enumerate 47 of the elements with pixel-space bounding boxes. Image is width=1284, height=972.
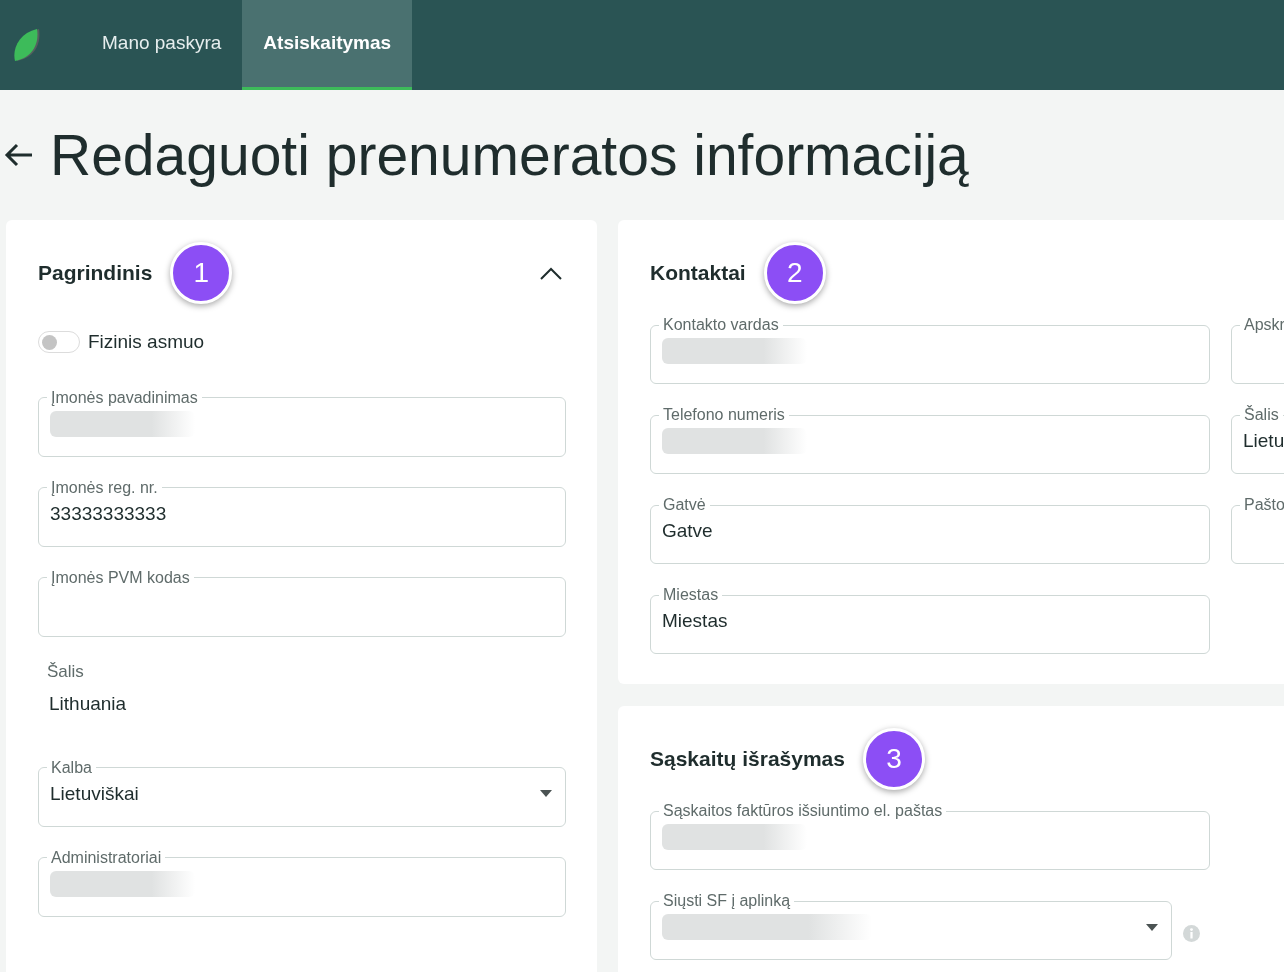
- input-field[interactable]: Gatvė Gatve: [650, 496, 1210, 564]
- field-label: Įmonės pavadinimas: [50, 388, 199, 407]
- field-value: Miestas: [662, 609, 728, 633]
- field-label: Šalis: [46, 660, 85, 683]
- field-label: Kontakto vardas: [662, 316, 780, 334]
- back-arrow-icon[interactable]: [4, 142, 34, 168]
- input-field[interactable]: Šalis Lietu: [1231, 406, 1284, 474]
- input-field[interactable]: Įmonės pavadinimas: [38, 388, 566, 457]
- field-value: Lithuania: [48, 692, 128, 716]
- field-label: Administratoriai: [50, 848, 163, 867]
- select-field[interactable]: Siųsti SF į aplinką: [650, 892, 1172, 960]
- input-field[interactable]: Įmonės reg. nr. 33333333333: [38, 478, 566, 547]
- section-title: Sąskaitų išrašymas: [650, 746, 845, 772]
- input-field[interactable]: Administratoriai: [38, 848, 566, 917]
- page-title: Redaguoti prenumeratos informaciją: [50, 121, 969, 189]
- input-field[interactable]: Kontakto vardas: [650, 316, 1210, 384]
- select-field[interactable]: Kalba Lietuviškai: [38, 758, 566, 827]
- field-label: Apskr: [1243, 316, 1284, 334]
- field-value: Lietuviškai: [50, 781, 139, 806]
- toggle-switch[interactable]: [38, 331, 80, 354]
- field-label: Šalis: [1243, 406, 1280, 424]
- field-value: 33333333333: [50, 501, 167, 526]
- input-field[interactable]: Sąskaitos faktūros išsiuntimo el. paštas: [650, 802, 1210, 870]
- chevron-up-icon[interactable]: [540, 266, 562, 280]
- field-label: Miestas: [662, 586, 720, 604]
- input-field[interactable]: Apskr: [1231, 316, 1284, 384]
- nav-tab[interactable]: Atsiskaitymas: [242, 0, 413, 90]
- nav-tab[interactable]: Mano paskyra: [81, 0, 243, 90]
- input-field[interactable]: Telefono numeris: [650, 406, 1210, 474]
- caret-icon: [1146, 923, 1158, 931]
- field-label: Sąskaitos faktūros išsiuntimo el. paštas: [662, 802, 944, 820]
- field-label: Įmonės reg. nr.: [50, 478, 159, 497]
- field-value: Lietu: [1243, 429, 1284, 453]
- field-value: Gatve: [662, 519, 713, 543]
- field-label: Įmonės PVM kodas: [50, 568, 191, 587]
- field-label: Gatvė: [662, 496, 707, 514]
- field-label: Siųsti SF į aplinką: [662, 892, 792, 910]
- input-field[interactable]: Miestas Miestas: [650, 586, 1210, 654]
- section-title: Kontaktai: [650, 260, 746, 286]
- caret-icon: [540, 790, 552, 797]
- input-field[interactable]: Pašto: [1231, 496, 1284, 564]
- field-label: Pašto: [1243, 496, 1284, 514]
- field-label: Kalba: [50, 758, 93, 777]
- input-field[interactable]: Įmonės PVM kodas: [38, 568, 566, 637]
- section-title: Pagrindinis: [38, 260, 153, 286]
- toggle-label: Fizinis asmuo: [88, 330, 205, 354]
- field-label: Telefono numeris: [662, 406, 786, 424]
